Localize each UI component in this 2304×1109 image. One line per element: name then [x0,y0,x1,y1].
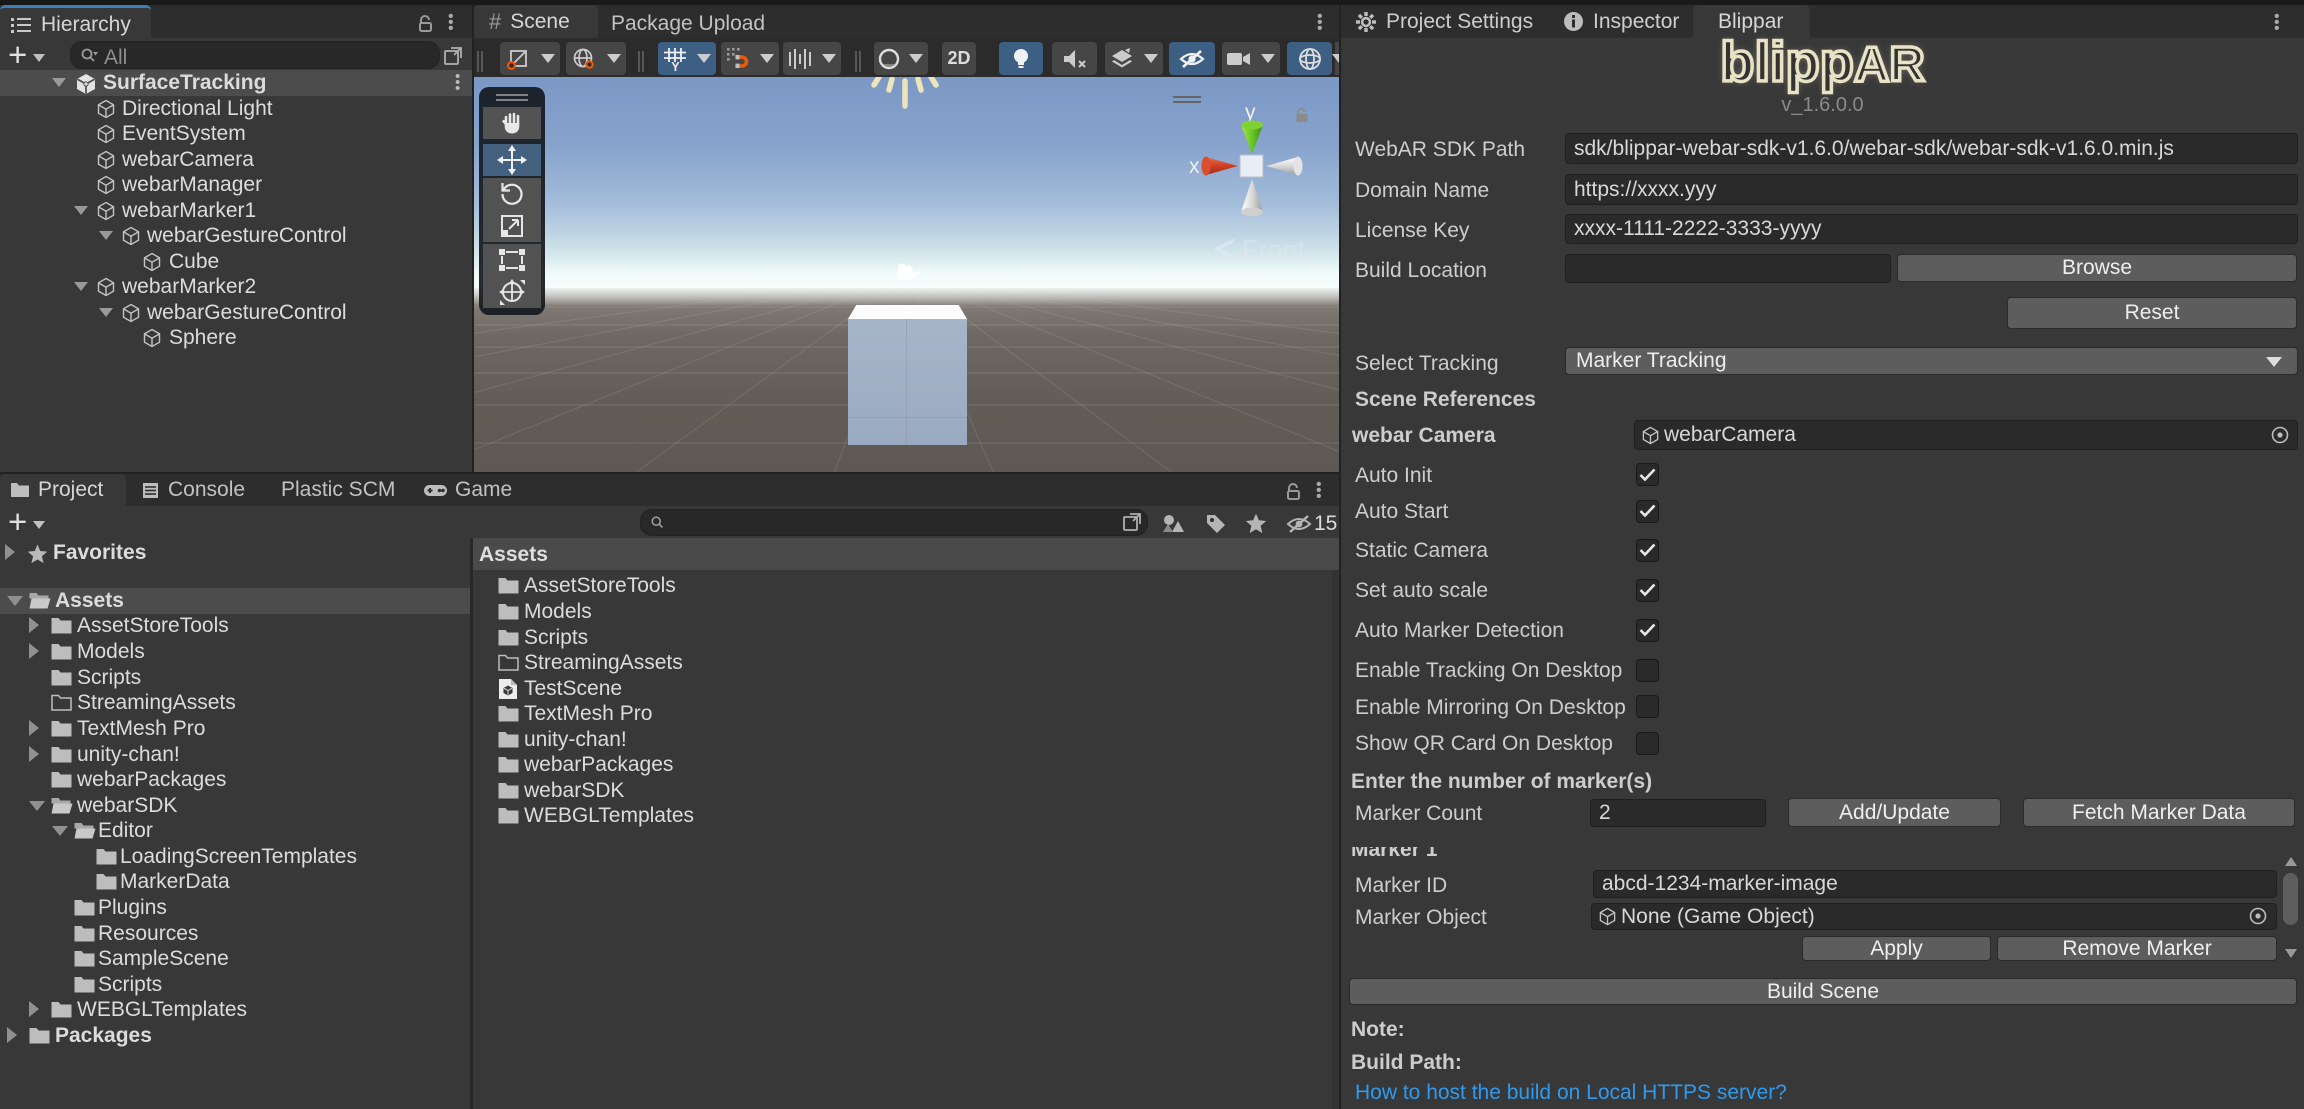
svg-text:Y: Y [671,60,680,72]
svg-text:x: x [1189,155,1200,178]
